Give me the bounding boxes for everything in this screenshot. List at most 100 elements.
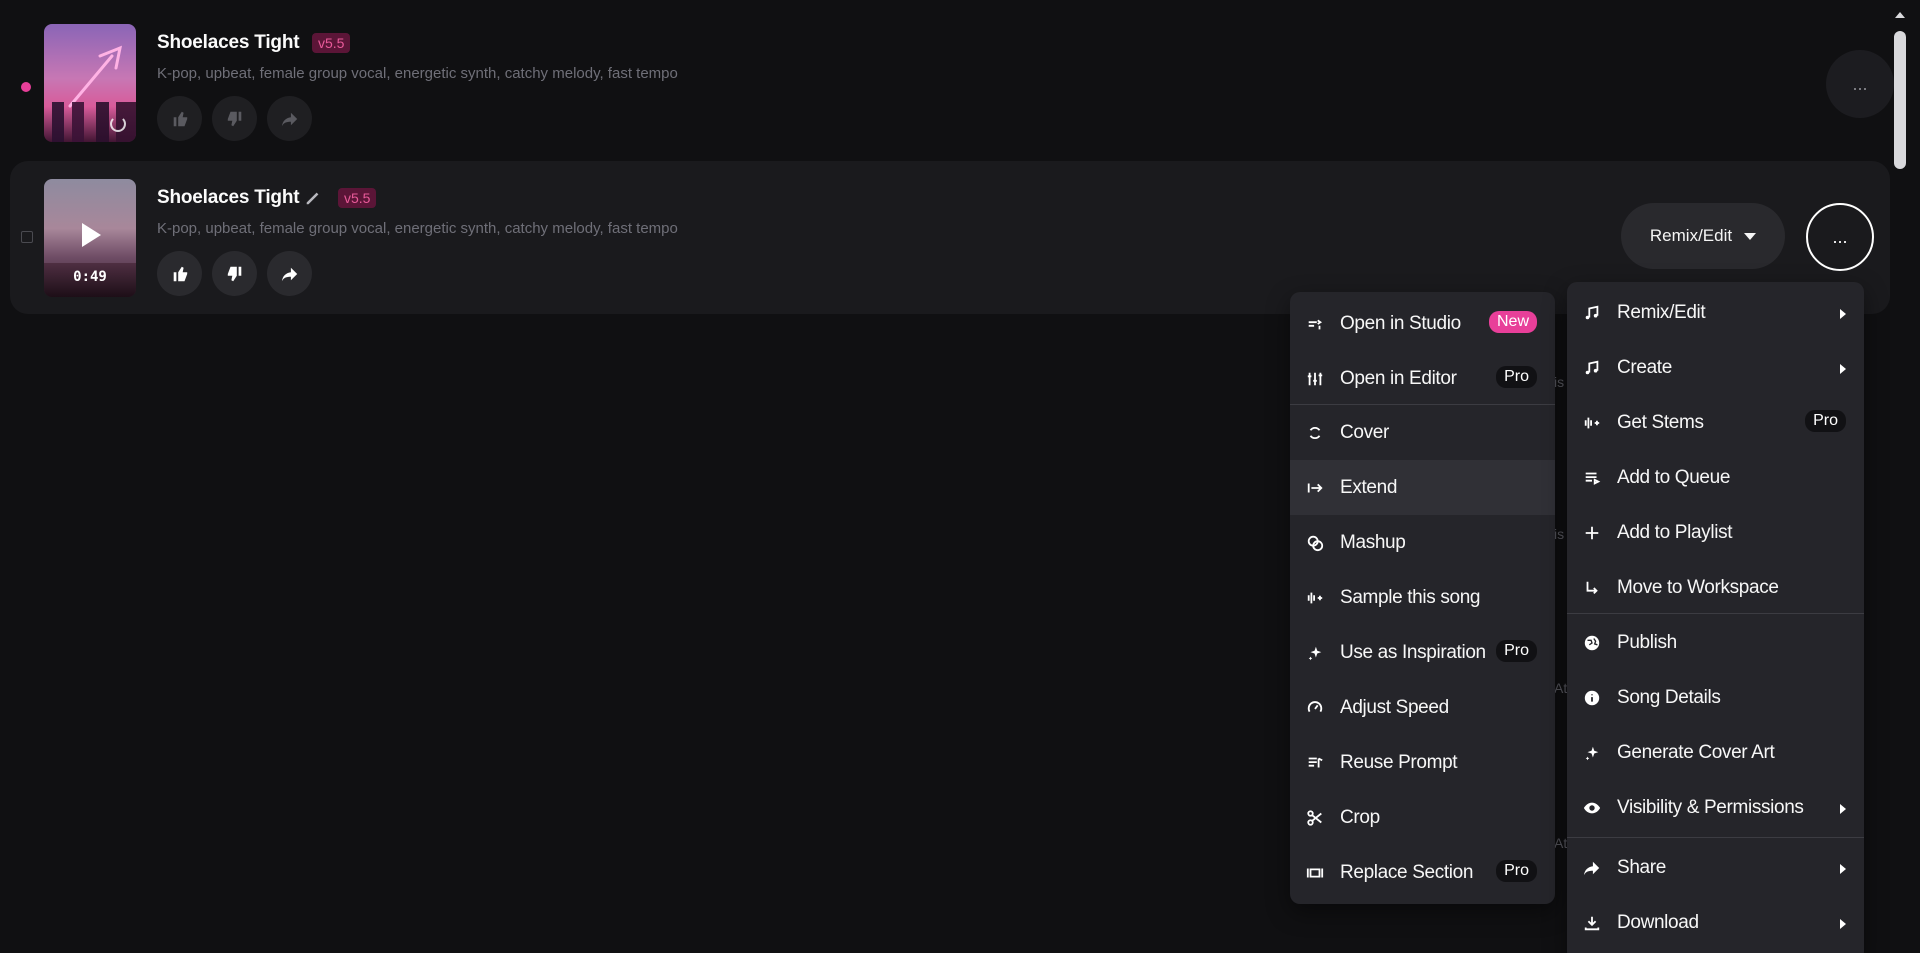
hidden-text-fragment: At <box>1554 680 1568 696</box>
mashup-icon <box>1304 532 1326 554</box>
menu-item-label: Adjust Speed <box>1340 696 1449 718</box>
hidden-text-fragment: is <box>1554 374 1565 390</box>
more-options-button[interactable]: ... <box>1826 50 1894 118</box>
status-dot <box>21 82 31 92</box>
chevron-right-icon <box>1840 804 1846 814</box>
prompt-icon <box>1304 752 1326 774</box>
menu-item-mashup[interactable]: Mashup <box>1290 515 1555 570</box>
song-cover[interactable] <box>44 24 136 142</box>
stems-icon <box>1581 412 1603 434</box>
menu-item-replace-section[interactable]: Replace Section Pro <box>1290 845 1555 900</box>
speed-icon <box>1304 697 1326 719</box>
studio-icon <box>1304 313 1326 335</box>
menu-item-label: Crop <box>1340 806 1380 828</box>
menu-item-label: Cover <box>1340 421 1389 443</box>
menu-item-label: Move to Workspace <box>1617 576 1779 598</box>
share-arrow-icon <box>281 267 297 281</box>
menu-item-song-details[interactable]: Song Details <box>1567 670 1864 725</box>
chevron-right-icon <box>1840 919 1846 929</box>
pro-badge: Pro <box>1496 640 1537 662</box>
thumbs-down-icon <box>227 111 241 126</box>
song-cover[interactable]: 0:49 <box>44 179 136 297</box>
menu-item-label: Generate Cover Art <box>1617 741 1775 763</box>
menu-item-label: Mashup <box>1340 531 1406 553</box>
like-button[interactable] <box>157 251 202 296</box>
more-options-menu: Remix/Edit Create Get Stems Pro Add to Q… <box>1567 282 1864 953</box>
download-icon <box>1581 912 1603 934</box>
menu-item-label: Use as Inspiration <box>1340 641 1486 663</box>
pencil-icon[interactable] <box>304 189 322 207</box>
menu-item-move-to-workspace[interactable]: Move to Workspace <box>1567 560 1864 615</box>
version-badge: v5.5 <box>338 188 377 208</box>
menu-item-open-in-editor[interactable]: Open in Editor Pro <box>1290 351 1555 406</box>
song-tags: K-pop, upbeat, female group vocal, energ… <box>157 220 678 237</box>
menu-item-label: Reuse Prompt <box>1340 751 1458 773</box>
extend-icon <box>1304 477 1326 499</box>
menu-item-add-to-playlist[interactable]: Add to Playlist <box>1567 505 1864 560</box>
song-actions <box>157 96 312 141</box>
sparkle-icon <box>1304 642 1326 664</box>
dislike-button[interactable] <box>212 96 257 141</box>
sliders-icon <box>1304 368 1326 390</box>
play-icon[interactable] <box>82 223 101 247</box>
menu-item-extend[interactable]: Extend <box>1290 460 1555 515</box>
version-badge: v5.5 <box>312 33 351 53</box>
song-title[interactable]: Shoelaces Tight <box>157 32 300 54</box>
song-title[interactable]: Shoelaces Tight <box>157 187 300 209</box>
hidden-text-fragment: At <box>1554 835 1568 851</box>
info-icon <box>1581 687 1603 709</box>
waveform-icon <box>1304 587 1326 609</box>
menu-item-use-as-inspiration[interactable]: Use as Inspiration Pro <box>1290 625 1555 680</box>
menu-item-reuse-prompt[interactable]: Reuse Prompt <box>1290 735 1555 790</box>
menu-item-label: Replace Section <box>1340 861 1474 883</box>
menu-item-label: Share <box>1617 856 1666 878</box>
duration: 0:49 <box>73 269 107 285</box>
share-arrow-icon <box>281 112 297 126</box>
context-submenu: Open in Studio New Open in Editor Pro Co… <box>1290 292 1555 904</box>
pro-badge: Pro <box>1496 366 1537 388</box>
eye-icon <box>1581 797 1603 819</box>
sparkle-icon <box>1581 742 1603 764</box>
scrollbar-thumb[interactable] <box>1894 31 1906 169</box>
menu-divider <box>1567 837 1864 838</box>
menu-item-download[interactable]: Download <box>1567 895 1864 950</box>
like-button[interactable] <box>157 96 202 141</box>
select-checkbox[interactable] <box>21 231 33 243</box>
chevron-right-icon <box>1840 864 1846 874</box>
queue-icon <box>1581 467 1603 489</box>
menu-item-publish[interactable]: Publish <box>1567 615 1864 670</box>
menu-item-label: Visibility & Permissions <box>1617 796 1804 818</box>
caret-down-icon <box>1744 232 1757 240</box>
remix-edit-label: Remix/Edit <box>1649 226 1733 245</box>
menu-item-add-to-queue[interactable]: Add to Queue <box>1567 450 1864 505</box>
menu-item-create[interactable]: Create <box>1567 340 1864 395</box>
menu-item-label: Song Details <box>1617 686 1721 708</box>
menu-item-crop[interactable]: Crop <box>1290 790 1555 845</box>
menu-item-visibility-permissions[interactable]: Visibility & Permissions <box>1567 780 1864 835</box>
menu-item-generate-cover-art[interactable]: Generate Cover Art <box>1567 725 1864 780</box>
menu-item-adjust-speed[interactable]: Adjust Speed <box>1290 680 1555 735</box>
menu-item-label: Get Stems <box>1617 411 1704 433</box>
dislike-button[interactable] <box>212 251 257 296</box>
menu-item-sample-this-song[interactable]: Sample this song <box>1290 570 1555 625</box>
thumbs-up-icon <box>173 111 187 126</box>
song-tags: K-pop, upbeat, female group vocal, energ… <box>157 65 678 82</box>
menu-item-label: Download <box>1617 911 1699 933</box>
menu-item-label: Create <box>1617 356 1672 378</box>
music-note-icon <box>1581 302 1603 324</box>
menu-item-share[interactable]: Share <box>1567 840 1864 895</box>
menu-item-remix-edit[interactable]: Remix/Edit <box>1567 285 1864 340</box>
scroll-up-arrow-icon[interactable] <box>1895 12 1905 18</box>
menu-item-get-stems[interactable]: Get Stems Pro <box>1567 395 1864 450</box>
share-button[interactable] <box>267 96 312 141</box>
menu-item-cover[interactable]: Cover <box>1290 405 1555 460</box>
more-options-button-active[interactable]: ... <box>1806 203 1874 271</box>
menu-item-label: Publish <box>1617 631 1677 653</box>
thumbs-up-icon <box>173 266 187 281</box>
song-row[interactable]: Shoelaces Tight v5.5 K-pop, upbeat, fema… <box>10 6 1894 159</box>
remix-edit-button[interactable]: Remix/Edit <box>1621 203 1785 269</box>
menu-item-label: Sample this song <box>1340 586 1481 608</box>
share-button[interactable] <box>267 251 312 296</box>
menu-item-label: Open in Studio <box>1340 312 1461 334</box>
menu-item-open-in-studio[interactable]: Open in Studio New <box>1290 296 1555 351</box>
